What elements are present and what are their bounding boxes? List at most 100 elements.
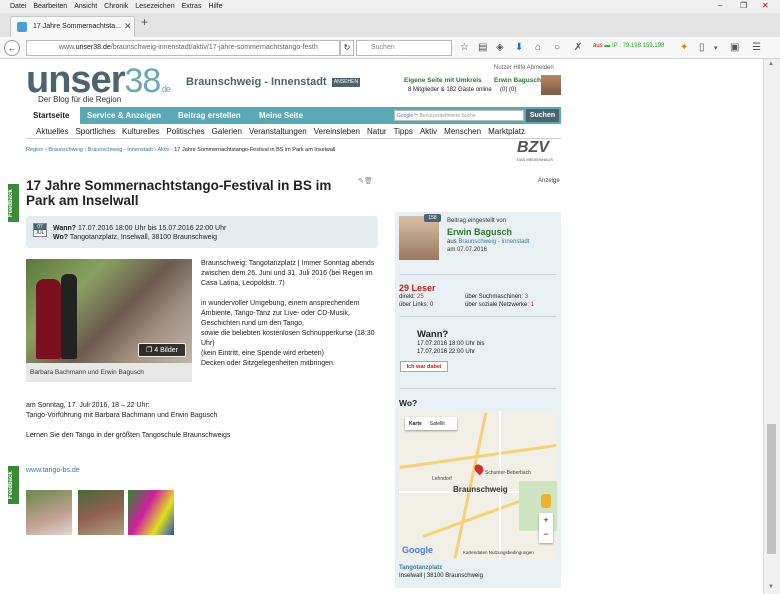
zoom-in-icon[interactable]: + (539, 513, 553, 527)
subnav-natur[interactable]: Natur (367, 127, 387, 136)
close-tab-icon[interactable]: ✕ (124, 21, 132, 32)
tab-startseite[interactable]: Startseite (26, 107, 80, 124)
author-avatar[interactable] (399, 216, 439, 260)
back-icon[interactable]: ← (4, 40, 20, 56)
thumbnail-2[interactable] (78, 490, 124, 535)
menu-chronik[interactable]: Chronik (104, 3, 128, 10)
cal-day: JUL (35, 230, 45, 236)
place-name-link[interactable]: Tangotanzplatz (399, 565, 442, 571)
article-photo[interactable]: ❐ 4 Bilder (26, 259, 192, 363)
region-title: Braunschweig - Innenstadt (186, 76, 327, 88)
scroll-up-icon[interactable]: ▲ (768, 61, 774, 67)
crumb-bs-innenstadt[interactable]: Braunschweig - Innenstadt (88, 147, 153, 153)
scrollbar[interactable]: ▲ ▼ (763, 59, 780, 594)
author-name-link[interactable]: Erwin Bagusch (447, 227, 512, 237)
map-tab-satellit[interactable]: Satellit (426, 417, 449, 431)
google-search-label: Google™ (397, 113, 419, 119)
own-page-link[interactable]: Eigene Seite mit Umkreis (404, 77, 482, 84)
tab-meine-seite[interactable]: Meine Seite (259, 111, 303, 120)
subnav-kulturelles[interactable]: Kulturelles (122, 127, 159, 136)
tab-service[interactable]: Service & Anzeigen (87, 111, 161, 120)
bzv-logo[interactable]: BZV (517, 139, 549, 157)
map-tab-karte[interactable]: Karte (405, 417, 426, 431)
menu-bearbeiten[interactable]: Bearbeiten (33, 3, 67, 10)
download-icon[interactable]: ⬇ (515, 42, 523, 53)
crumb-aktiv[interactable]: Aktiv (157, 147, 169, 153)
dropdown-icon[interactable]: ▾ (714, 44, 718, 52)
scroll-down-icon[interactable]: ▼ (768, 584, 774, 590)
street-view-icon[interactable] (541, 494, 551, 508)
external-link[interactable]: www.tango-bs.de (26, 467, 80, 474)
sidebar: 158 Beitrag eingestellt von Erwin Bagusc… (395, 212, 561, 588)
pocket-icon[interactable]: ◈ (496, 42, 504, 53)
crumb-bs[interactable]: Braunschweig (48, 147, 83, 153)
stat-links-value: 0 (430, 302, 434, 308)
stat-links: über Links: 0 (399, 301, 433, 309)
home-icon[interactable]: ⌂ (535, 42, 541, 53)
menu-bar: Datei Bearbeiten Ansicht Chronik Lesezeichen… (0, 0, 780, 13)
region-badge[interactable]: ANSEHEN (332, 78, 360, 87)
subnav-aktuelles[interactable]: Aktuelles (36, 127, 68, 136)
subnav-menschen[interactable]: Menschen (444, 127, 481, 136)
menu-lesezeichen[interactable]: Lesezeichen (135, 3, 174, 10)
subnav-tipps[interactable]: Tipps (394, 127, 413, 136)
site-search-button[interactable]: Suchen (526, 109, 559, 122)
minimize-icon[interactable]: – (718, 1, 722, 10)
subnav-vereinsleben[interactable]: Vereinsleben (314, 127, 360, 136)
site-search-input[interactable]: Google™ Benutzerdefinierte Suche (394, 110, 524, 121)
feedback-tab[interactable]: Feedback (8, 184, 19, 222)
zoom-control[interactable]: + − (539, 513, 553, 543)
new-tab-icon[interactable]: + (141, 15, 148, 29)
stat-social-label: über soziale Netzwerke: (465, 302, 530, 308)
subnav-marktplatz[interactable]: Marktplatz (488, 127, 525, 136)
noscript-icon[interactable]: ✗ (574, 42, 582, 53)
save-icon[interactable]: ▣ (730, 42, 739, 53)
user-name-link[interactable]: Erwin Bagusch (494, 77, 541, 84)
reload-icon[interactable]: ↻ (340, 40, 354, 56)
scrollbar-thumb[interactable] (767, 424, 776, 554)
thumbnail-1[interactable] (26, 490, 72, 535)
subnav-aktiv[interactable]: Aktiv (420, 127, 437, 136)
feedback-tab-2[interactable]: Feedback (8, 466, 19, 504)
hamburger-menu-icon[interactable]: ☰ (752, 42, 761, 53)
tab-beitrag[interactable]: Beitrag erstellen (178, 111, 241, 120)
menu-ansicht[interactable]: Ansicht (74, 3, 97, 10)
menu-hilfe[interactable]: Hilfe (208, 3, 222, 10)
url-bar[interactable]: www.unser38.de/braunschweig-innenstadt/a… (26, 40, 340, 56)
browser-search-input[interactable]: Suchen (356, 40, 452, 56)
map-footer[interactable]: Kartendaten Nutzungsbedingungen (463, 550, 534, 555)
subnav-sportliches[interactable]: Sportliches (75, 127, 115, 136)
user-avatar[interactable] (541, 75, 561, 95)
edit-icon[interactable]: ✎🗑 (358, 177, 373, 185)
reader-count: 29 Leser (399, 283, 436, 293)
subnav-politisches[interactable]: Politisches (166, 127, 204, 136)
reader-icon[interactable]: ▤ (478, 42, 487, 53)
sidebar-where-title: Wo? (399, 398, 418, 408)
author-region-link[interactable]: Braunschweig - Innenstadt (458, 239, 529, 245)
star-icon[interactable]: ☆ (460, 42, 469, 53)
i-was-there-button[interactable]: Ich war dabei (400, 361, 448, 372)
gallery-count-button[interactable]: ❐ 4 Bilder (138, 343, 186, 357)
menu-extras[interactable]: Extras (182, 3, 202, 10)
stat-direkt-value: 25 (417, 294, 424, 300)
maximize-icon[interactable]: ❐ (740, 1, 747, 10)
addon-icon[interactable]: ✦ (680, 42, 688, 53)
top-links[interactable]: Nutzer Hilfe Abmelden (494, 65, 554, 71)
crumb-region[interactable]: Region (26, 147, 43, 153)
subnav-galerien[interactable]: Galerien (212, 127, 242, 136)
map-label-city: Braunschweig (453, 485, 508, 494)
subnav-veranstaltungen[interactable]: Veranstaltungen (249, 127, 307, 136)
map-type-tabs: Karte Satellit (405, 417, 457, 430)
clipboard-icon[interactable]: ▯ (699, 42, 705, 53)
menu-datei[interactable]: Datei (10, 3, 26, 10)
browser-tab[interactable]: 17 Jahre Sommernachtsta... ✕ (10, 16, 135, 37)
chat-icon[interactable]: ○ (554, 42, 560, 53)
stat-social-value: 1 (530, 302, 535, 308)
close-window-icon[interactable]: ✕ (762, 1, 769, 10)
thumbnail-3[interactable] (128, 490, 174, 535)
user-counts[interactable]: (0) (0) (500, 87, 516, 93)
location-map[interactable]: Karte Satellit Lehndorf Schunter-Beberbac… (399, 411, 557, 560)
url-domain: unser38.de (75, 44, 111, 51)
body-p9: Lernen Sie den Tango in der größten Tang… (26, 432, 231, 439)
zoom-out-icon[interactable]: − (539, 527, 553, 541)
